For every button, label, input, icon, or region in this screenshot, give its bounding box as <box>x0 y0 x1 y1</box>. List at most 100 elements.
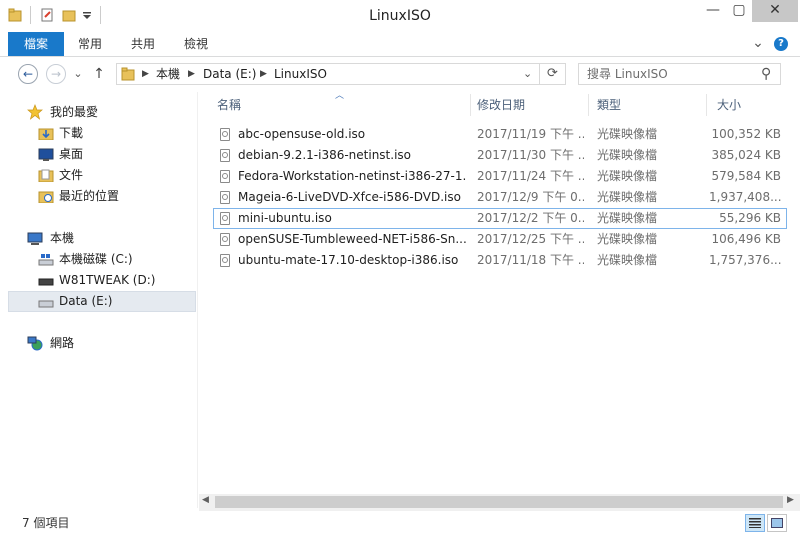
column-header-type[interactable]: 類型 <box>597 95 697 115</box>
large-icons-view-button[interactable] <box>767 514 787 532</box>
nav-drive-c[interactable]: 本機磁碟 (C:) <box>8 249 196 270</box>
breadcrumb-separator[interactable]: ▶ <box>260 64 267 84</box>
window-title: LinuxISO <box>369 8 431 24</box>
file-date: 2017/11/24 下午 ... <box>477 169 584 183</box>
up-button[interactable]: ↑ <box>92 64 106 84</box>
details-view-button[interactable] <box>745 514 765 532</box>
file-size: 100,352 KB <box>711 127 781 141</box>
file-name: mini-ubuntu.iso <box>238 211 332 225</box>
file-row[interactable]: Mageia-6-LiveDVD-Xfce-i586-DVD.iso 2017/… <box>213 187 787 208</box>
help-icon[interactable]: ? <box>774 37 788 51</box>
forward-button[interactable]: → <box>46 64 66 84</box>
file-name: openSUSE-Tumbleweed-NET-i586-Sn... <box>238 232 466 246</box>
file-name: abc-opensuse-old.iso <box>238 127 366 141</box>
disc-image-file-icon <box>220 170 230 183</box>
file-date: 2017/11/18 下午 ... <box>477 253 584 267</box>
file-size: 1,937,408... <box>709 190 781 204</box>
file-date: 2017/11/30 下午 ... <box>477 148 584 162</box>
address-bar[interactable]: ▶ 本機 ▶ Data (E:) ▶ LinuxISO ⌄ <box>116 63 540 85</box>
minimize-button[interactable]: — <box>700 0 726 22</box>
nav-favorites[interactable]: 我的最愛 <box>8 102 196 123</box>
search-input[interactable]: 搜尋 LinuxISO ⚲ <box>578 63 781 85</box>
file-type: 光碟映像檔 <box>597 211 658 225</box>
documents-folder-icon <box>38 169 54 182</box>
file-size: 1,757,376... <box>709 253 781 267</box>
nav-documents[interactable]: 文件 <box>8 165 196 186</box>
file-row[interactable]: openSUSE-Tumbleweed-NET-i586-Sn... 2017/… <box>213 229 787 250</box>
disc-image-file-icon <box>220 191 230 204</box>
breadcrumb-linuxiso[interactable]: LinuxISO <box>274 64 327 84</box>
file-type: 光碟映像檔 <box>597 232 658 246</box>
column-divider[interactable] <box>470 94 471 116</box>
ribbon-tabs: 檔案 常用 共用 檢視 ⌄ ? <box>0 32 800 57</box>
file-row[interactable]: debian-9.2.1-i386-netinst.iso 2017/11/30… <box>213 145 787 166</box>
nav-network[interactable]: 網路 <box>8 333 196 354</box>
tab-file[interactable]: 檔案 <box>8 32 64 56</box>
nav-this-pc[interactable]: 本機 <box>8 228 196 249</box>
column-divider[interactable] <box>706 94 707 116</box>
disc-image-file-icon <box>220 212 230 225</box>
horizontal-scrollbar[interactable]: ◀ ▶ <box>199 494 800 511</box>
search-icon[interactable]: ⚲ <box>761 64 771 84</box>
details-view-icon <box>749 518 761 528</box>
nav-drive-d[interactable]: W81TWEAK (D:) <box>8 270 196 291</box>
file-type: 光碟映像檔 <box>597 253 658 267</box>
nav-downloads[interactable]: 下載 <box>8 123 196 144</box>
item-count: 7 個項目 <box>22 516 70 530</box>
breadcrumb-data-drive[interactable]: Data (E:) <box>203 64 256 84</box>
breadcrumb-separator[interactable]: ▶ <box>188 64 195 84</box>
file-date: 2017/11/19 下午 ... <box>477 127 584 141</box>
file-size: 55,296 KB <box>719 211 781 225</box>
network-icon <box>27 336 43 351</box>
maximize-button[interactable]: ▢ <box>726 0 752 22</box>
recent-places-icon <box>38 191 54 203</box>
scroll-right-arrow[interactable]: ▶ <box>787 495 794 505</box>
desktop-icon <box>38 148 54 161</box>
drive-icon <box>38 300 54 308</box>
removable-drive-icon <box>38 278 54 286</box>
file-name: Mageia-6-LiveDVD-Xfce-i586-DVD.iso <box>238 190 461 204</box>
disc-image-file-icon <box>220 128 230 141</box>
file-row-focused[interactable]: mini-ubuntu.iso 2017/12/2 下午 0... 光碟映像檔 … <box>213 208 787 229</box>
refresh-button[interactable]: ⟳ <box>540 63 566 85</box>
system-drive-icon <box>38 254 54 266</box>
file-type: 光碟映像檔 <box>597 169 658 183</box>
file-date: 2017/12/2 下午 0... <box>477 211 584 225</box>
nav-desktop[interactable]: 桌面 <box>8 144 196 165</box>
file-size: 385,024 KB <box>711 148 781 162</box>
close-button[interactable]: ✕ <box>752 0 798 22</box>
column-header-name[interactable]: 名稱 <box>217 95 467 115</box>
star-icon <box>27 104 43 120</box>
file-row[interactable]: Fedora-Workstation-netinst-i386-27-1... … <box>213 166 787 187</box>
tab-view[interactable]: 檢視 <box>174 32 218 56</box>
file-row[interactable]: ubuntu-mate-17.10-desktop-i386.iso 2017/… <box>213 250 787 271</box>
file-date: 2017/12/25 下午 ... <box>477 232 584 246</box>
breadcrumb-this-pc[interactable]: 本機 <box>156 64 180 84</box>
file-row[interactable]: abc-opensuse-old.iso 2017/11/19 下午 ... 光… <box>213 124 787 145</box>
file-size: 106,496 KB <box>711 232 781 246</box>
file-type: 光碟映像檔 <box>597 190 658 204</box>
address-history-dropdown[interactable]: ⌄ <box>523 64 532 84</box>
column-header-size[interactable]: 大小 <box>717 95 787 115</box>
folder-icon <box>121 67 135 81</box>
computer-icon <box>27 232 43 245</box>
large-icons-view-icon <box>771 518 783 528</box>
disc-image-file-icon <box>220 149 230 162</box>
pane-divider[interactable] <box>197 92 198 508</box>
recent-locations-dropdown[interactable]: ⌄ <box>72 64 84 84</box>
back-button[interactable]: ← <box>18 64 38 84</box>
nav-recent-places[interactable]: 最近的位置 <box>8 186 196 207</box>
file-name: Fedora-Workstation-netinst-i386-27-1... <box>238 169 466 183</box>
scrollbar-thumb[interactable] <box>215 496 783 508</box>
tab-share[interactable]: 共用 <box>121 32 165 56</box>
expand-ribbon-icon[interactable]: ⌄ <box>750 32 766 56</box>
tab-home[interactable]: 常用 <box>68 32 112 56</box>
column-divider[interactable] <box>588 94 589 116</box>
status-bar: 7 個項目 <box>0 511 800 542</box>
disc-image-file-icon <box>220 233 230 246</box>
nav-drive-e[interactable]: Data (E:) <box>8 291 196 312</box>
breadcrumb-separator[interactable]: ▶ <box>142 64 149 84</box>
scroll-left-arrow[interactable]: ◀ <box>202 495 209 505</box>
column-header-date[interactable]: 修改日期 <box>477 95 582 115</box>
search-placeholder: 搜尋 LinuxISO <box>587 67 668 81</box>
